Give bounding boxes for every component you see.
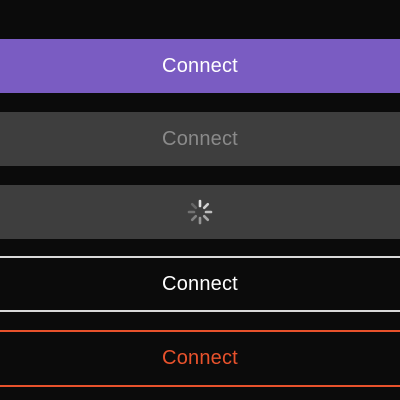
connect-button-disabled-label: Connect bbox=[162, 127, 238, 150]
button-states-panel: Connect Connect Connect Connect bbox=[0, 0, 400, 400]
connect-button-danger[interactable]: Connect bbox=[0, 330, 400, 387]
connect-button-outline-label: Connect bbox=[162, 272, 238, 295]
connect-button-danger-label: Connect bbox=[162, 347, 238, 369]
connect-button-outline[interactable]: Connect bbox=[0, 256, 400, 312]
connect-button-primary-label: Connect bbox=[162, 54, 238, 77]
connect-button-primary[interactable]: Connect bbox=[0, 39, 400, 93]
connect-button-disabled: Connect bbox=[0, 112, 400, 166]
spinner-icon bbox=[187, 199, 213, 225]
connect-button-loading bbox=[0, 185, 400, 239]
